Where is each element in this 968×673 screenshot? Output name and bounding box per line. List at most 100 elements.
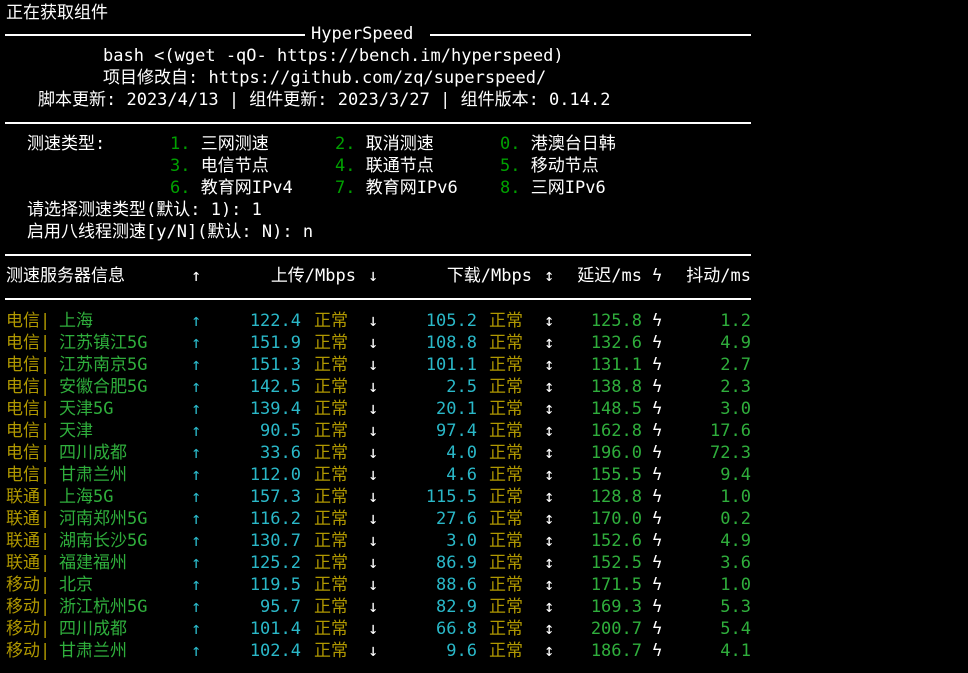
jitter-icon: ϟ — [652, 641, 663, 661]
row-jitter: 1.2 — [720, 311, 751, 331]
row-isp: 电信 — [6, 333, 40, 353]
row-upload: 130.7 — [249, 531, 301, 551]
row-download: 115.5 — [425, 487, 477, 507]
row-upload: 142.5 — [249, 377, 301, 397]
row-download: 97.4 — [436, 421, 477, 441]
divider-1 — [5, 122, 751, 124]
download-arrow-icon: ↓ — [368, 553, 379, 573]
row-isp: 电信 — [6, 311, 40, 331]
latency-icon: ↕ — [544, 487, 555, 507]
row-upload-status: 正常 — [314, 553, 348, 573]
prompt-type: 请选择测速类型(默认: 1): 1 — [27, 200, 262, 220]
row-upload-status: 正常 — [314, 399, 348, 419]
latency-icon: ↕ — [544, 355, 555, 375]
row-download-status: 正常 — [489, 619, 523, 639]
download-arrow-icon: ↓ — [368, 575, 379, 595]
header-upload: 上传/Mbps — [270, 266, 356, 286]
latency-icon: ↕ — [544, 553, 555, 573]
row-sep: | — [40, 399, 51, 419]
row-jitter: 72.3 — [710, 443, 751, 463]
menu-option: 3. 电信节点 — [170, 155, 269, 177]
jitter-icon: ϟ — [652, 575, 663, 595]
latency-icon: ↕ — [544, 421, 555, 441]
menu-option: 7. 教育网IPv6 — [335, 177, 458, 199]
table-row: 联通 | 湖南长沙5G ↑ 130.7 正常 ↓ 3.0 正常 ↕ 152.6 ϟ 4.9 — [0, 530, 968, 552]
row-latency: 128.8 — [590, 487, 642, 507]
download-arrow-icon: ↓ — [368, 531, 379, 551]
row-isp: 电信 — [6, 399, 40, 419]
latency-icon: ↕ — [544, 641, 555, 661]
row-isp: 联通 — [6, 553, 40, 573]
download-arrow-icon: ↓ — [368, 619, 379, 639]
row-jitter: 4.1 — [720, 641, 751, 661]
row-city: 河南郑州5G — [59, 509, 148, 529]
row-city: 甘肃兰州 — [59, 641, 127, 661]
header-download: 下载/Mbps — [446, 266, 532, 286]
menu-option-num: 4. — [335, 156, 356, 176]
row-jitter: 1.0 — [720, 575, 751, 595]
menu-option: 5. 移动节点 — [500, 155, 599, 177]
latency-icon: ↕ — [544, 619, 555, 639]
menu-option: 0. 港澳台日韩 — [500, 133, 616, 155]
upload-arrow-icon: ↑ — [191, 575, 202, 595]
latency-icon: ↕ — [544, 399, 555, 419]
upload-arrow-icon: ↑ — [191, 443, 202, 463]
row-isp: 电信 — [6, 355, 40, 375]
row-download-status: 正常 — [489, 465, 523, 485]
row-download: 20.1 — [436, 399, 477, 419]
latency-icon: ↕ — [544, 443, 555, 463]
table-row: 联通 | 福建福州 ↑ 125.2 正常 ↓ 86.9 正常 ↕ 152.5 ϟ 3.6 — [0, 552, 968, 574]
row-download: 101.1 — [425, 355, 477, 375]
upload-arrow-icon: ↑ — [191, 553, 202, 573]
row-upload: 151.3 — [249, 355, 301, 375]
upload-arrow-icon: ↑ — [191, 619, 202, 639]
menu-option-label: 联通节点 — [365, 156, 434, 176]
row-download: 4.0 — [446, 443, 477, 463]
row-jitter: 3.0 — [720, 399, 751, 419]
row-upload-status: 正常 — [314, 509, 348, 529]
menu-option-label: 三网测速 — [200, 134, 269, 154]
row-city: 江苏镇江5G — [59, 333, 148, 353]
download-arrow-icon: ↓ — [368, 333, 379, 353]
row-latency: 196.0 — [590, 443, 642, 463]
download-arrow-icon: ↓ — [368, 377, 379, 397]
menu-option-num: 8. — [500, 178, 521, 198]
header-download-arrow-icon: ↓ — [368, 266, 379, 286]
row-upload-status: 正常 — [314, 465, 348, 485]
header-jitter-icon: ϟ — [652, 266, 663, 286]
menu-option-label: 移动节点 — [530, 156, 599, 176]
row-download-status: 正常 — [489, 641, 523, 661]
latency-icon: ↕ — [544, 575, 555, 595]
row-isp: 电信 — [6, 421, 40, 441]
jitter-icon: ϟ — [652, 597, 663, 617]
latency-icon: ↕ — [544, 531, 555, 551]
row-jitter: 1.0 — [720, 487, 751, 507]
source-url: https://github.com/zq/superspeed/ — [208, 68, 547, 88]
row-sep: | — [40, 553, 51, 573]
upload-arrow-icon: ↑ — [191, 509, 202, 529]
download-arrow-icon: ↓ — [368, 355, 379, 375]
download-arrow-icon: ↓ — [368, 597, 379, 617]
row-upload: 125.2 — [249, 553, 301, 573]
row-latency: 152.6 — [590, 531, 642, 551]
header-latency-icon: ↕ — [544, 266, 555, 286]
row-download: 2.5 — [446, 377, 477, 397]
row-sep: | — [40, 575, 51, 595]
table-row: 电信 | 天津 ↑ 90.5 正常 ↓ 97.4 正常 ↕ 162.8 ϟ 17.6 — [0, 420, 968, 442]
row-download: 3.0 — [446, 531, 477, 551]
row-upload: 116.2 — [249, 509, 301, 529]
banner-rule-left — [5, 34, 305, 36]
row-jitter: 5.3 — [720, 597, 751, 617]
row-isp: 电信 — [6, 443, 40, 463]
row-jitter: 4.9 — [720, 531, 751, 551]
jitter-icon: ϟ — [652, 399, 663, 419]
header-latency: 延迟/ms — [577, 266, 642, 286]
jitter-icon: ϟ — [652, 553, 663, 573]
row-latency: 186.7 — [590, 641, 642, 661]
row-upload: 95.7 — [260, 597, 301, 617]
download-arrow-icon: ↓ — [368, 509, 379, 529]
table-row: 电信 | 江苏镇江5G ↑ 151.9 正常 ↓ 108.8 正常 ↕ 132.6 ϟ 4.9 — [0, 332, 968, 354]
row-latency: 131.1 — [590, 355, 642, 375]
row-isp: 移动 — [6, 597, 40, 617]
row-upload: 101.4 — [249, 619, 301, 639]
